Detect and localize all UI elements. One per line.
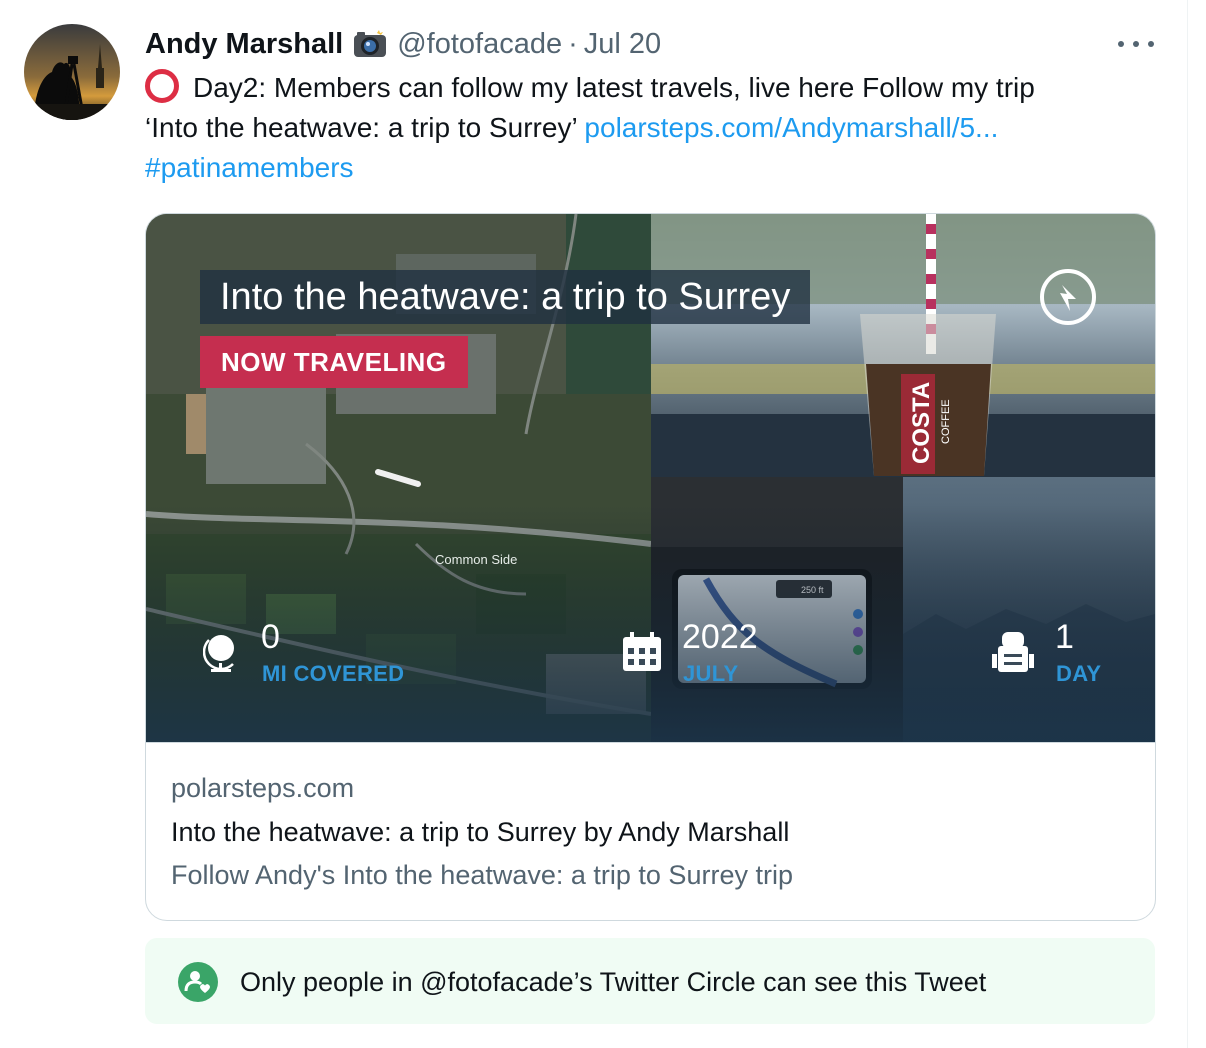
author-handle[interactable]: @fotofacade [397,28,562,61]
card-footer[interactable]: polarsteps.com Into the heatwave: a trip… [146,742,1155,920]
backpack-icon [992,630,1034,679]
distance-value: 0 [261,618,280,656]
tweet-header: Andy Marshall @fotofacade · Jul 20 [145,26,661,62]
hashtag-link[interactable]: #patinamembers [145,152,354,183]
more-options-icon[interactable] [1118,32,1154,56]
tweet-text: Day2: Members can follow my latest trave… [145,68,1155,188]
trip-title-overlay: Into the heatwave: a trip to Surrey [200,270,811,324]
card-title: Into the heatwave: a trip to Surrey by A… [171,817,790,847]
days-label: DAY [1056,661,1102,686]
map-place-label: Common Side [435,552,518,567]
timeline-divider [1187,0,1188,1048]
compass-icon [1040,269,1096,325]
author-name[interactable]: Andy Marshall [145,28,343,61]
tweet-date[interactable]: Jul 20 [584,28,661,61]
tweet-text-line1: Day2: Members can follow my latest trave… [193,72,1035,103]
calendar-icon [622,632,662,677]
tweet-text-line2: ‘Into the heatwave: a trip to Surrey’ [145,112,577,143]
days-value: 1 [1055,618,1074,656]
tweet-link[interactable]: polarsteps.com/Andymarshall/5... [584,112,998,143]
card-description: Follow Andy's Into the heatwave: a trip … [171,860,793,890]
card-image[interactable]: COSTA COFFEE 250 ft Common Side Into the… [146,214,1155,742]
twitter-circle-text: Only people in @fotofacade’s Twitter Cir… [240,967,987,997]
red-circle-emoji-icon [145,69,179,103]
globe-icon [202,632,239,681]
separator-dot: · [568,27,578,60]
now-traveling-badge: NOW TRAVELING [200,336,468,388]
link-card[interactable]: COSTA COFFEE 250 ft Common Side Into the… [145,213,1156,921]
month-label: JULY [683,661,739,686]
distance-label: MI COVERED [262,661,405,686]
year-value: 2022 [682,618,758,656]
camera-emoji-icon [353,29,387,59]
avatar[interactable] [24,24,120,120]
twitter-circle-notice: Only people in @fotofacade’s Twitter Cir… [145,938,1155,1024]
twitter-circle-icon [178,962,218,1002]
card-domain: polarsteps.com [171,773,355,803]
